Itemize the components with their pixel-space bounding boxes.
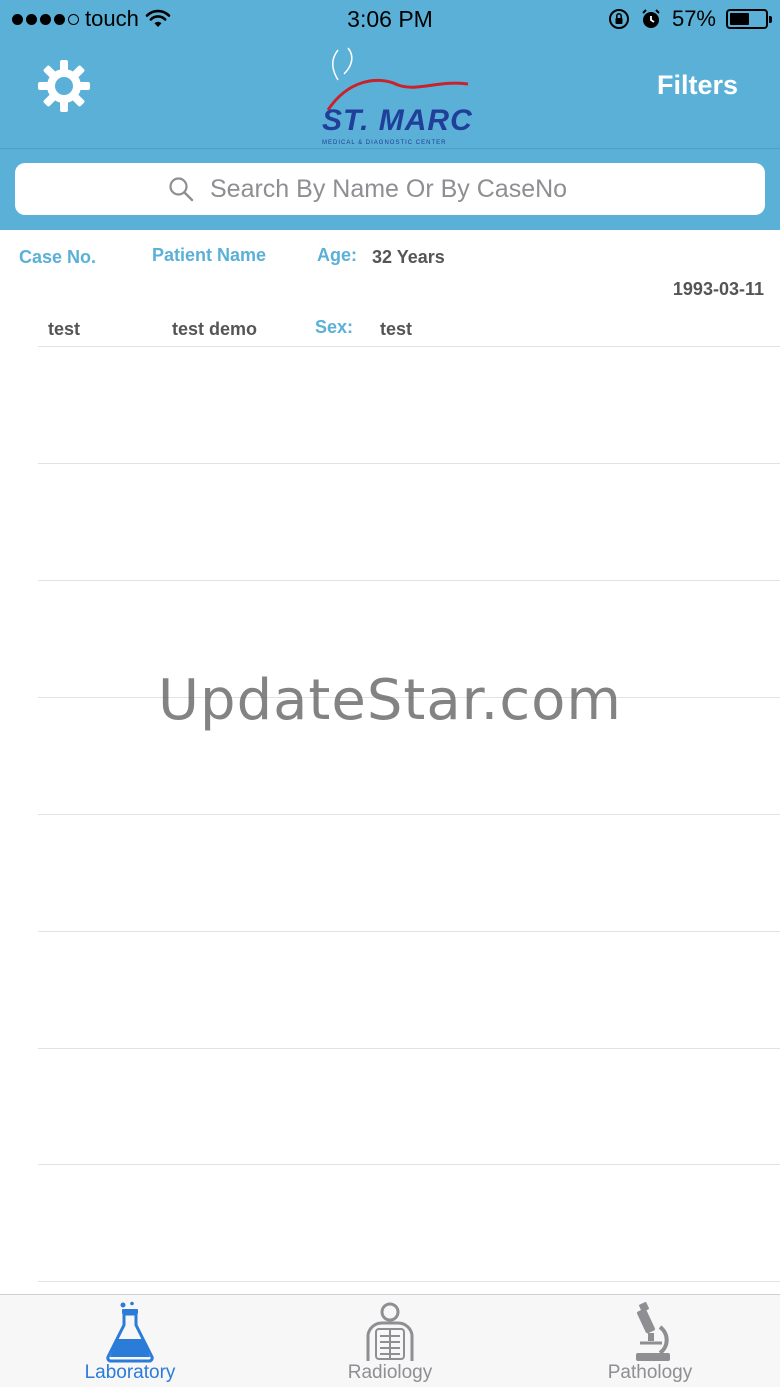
battery-icon [726,9,772,29]
alarm-icon [642,9,660,28]
row-divider [38,1281,780,1282]
search-input[interactable] [208,173,612,205]
tab-radiology[interactable]: Radiology [260,1295,520,1388]
age-label: Age: [317,245,357,265]
app-header: touch 3:06 PM 57% ST. MARC MEDICAL & DIA… [0,0,780,230]
search-icon [169,177,194,202]
row-divider [38,346,780,347]
sex-label: Sex: [315,317,354,337]
orientation-lock-icon [608,9,629,29]
row-divider [38,463,780,464]
row-divider [38,1164,780,1165]
tab-pathology[interactable]: Pathology [520,1295,780,1388]
tab-radiology-label: Radiology [347,1362,433,1383]
status-bar: touch 3:06 PM 57% [0,0,780,40]
nav-bar: ST. MARC MEDICAL & DIAGNOSTIC CENTER Fil… [0,40,780,148]
logo-text: ST. MARC [322,104,473,137]
patient-name-label: Patient Name [152,245,267,265]
header-divider [0,148,780,149]
row-divider [38,931,780,932]
patient-name-value: test demo [172,319,258,339]
row-divider [38,580,780,581]
search-bar[interactable] [15,163,765,215]
gear-icon[interactable] [36,58,92,114]
tab-laboratory[interactable]: Laboratory [0,1295,260,1388]
watermark-text: UpdateStar.com [158,668,622,733]
microscope-icon [636,1302,670,1361]
flask-icon [106,1301,154,1363]
row-divider [38,814,780,815]
tab-laboratory-label: Laboratory [84,1362,176,1383]
filters-button[interactable]: Filters [657,70,738,101]
st-marc-logo: ST. MARC MEDICAL & DIAGNOSTIC CENTER [308,47,478,160]
row-divider [38,1048,780,1049]
case-no-value: test [48,319,81,339]
case-no-label: Case No. [19,247,97,267]
xray-icon [366,1302,414,1361]
record-date: 1993-03-11 [672,279,764,299]
status-right: 57% [608,6,772,32]
battery-percent: 57% [671,6,716,31]
tab-bar: Laboratory Radiology Pathology [0,1294,780,1387]
sex-value: test [380,319,413,339]
tab-pathology-label: Pathology [607,1362,693,1383]
age-value: 32 Years [372,247,445,267]
logo-subtext: MEDICAL & DIAGNOSTIC CENTER [322,140,447,146]
